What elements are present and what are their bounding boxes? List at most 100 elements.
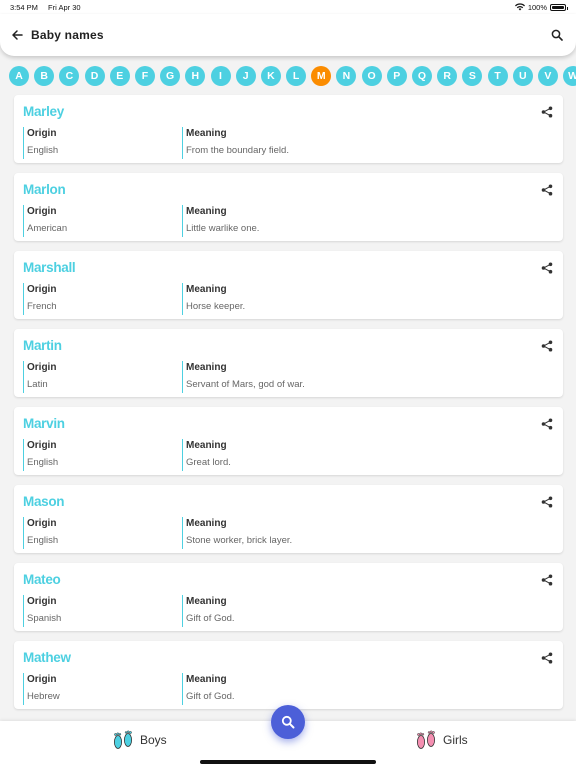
share-icon[interactable]: [541, 339, 553, 352]
share-icon[interactable]: [541, 417, 553, 430]
arrow-left-icon[interactable]: [10, 28, 24, 42]
name-card[interactable]: Marley Origin English Meaning From the bound…: [14, 95, 563, 163]
battery-icon: [550, 3, 568, 11]
letter-n[interactable]: N: [336, 66, 357, 86]
name-card[interactable]: Mason Origin English Meaning Stone worker, b…: [14, 485, 563, 553]
status-left: 3:54 PM Fri Apr 30: [10, 3, 89, 12]
letter-r[interactable]: R: [437, 66, 458, 86]
letter-m[interactable]: M: [311, 66, 332, 86]
baby-name: Marshall: [23, 260, 76, 275]
letter-e[interactable]: E: [109, 66, 130, 86]
origin-value: French: [27, 301, 57, 312]
letter-i[interactable]: I: [210, 66, 231, 86]
letter-a[interactable]: A: [9, 66, 29, 86]
card-details: Origin English Meaning Great lord.: [23, 439, 554, 471]
origin-label: Origin: [27, 440, 57, 451]
share-icon[interactable]: [541, 261, 553, 274]
battery-percent: 100%: [527, 2, 547, 12]
search-icon[interactable]: [550, 28, 564, 42]
letter-h[interactable]: H: [185, 66, 206, 86]
share-icon[interactable]: [541, 105, 553, 118]
names-list: Marley Origin English Meaning From the bound…: [14, 95, 563, 719]
baby-name: Marvin: [23, 416, 65, 431]
letter-l[interactable]: L: [286, 66, 307, 86]
card-details: Origin Hebrew Meaning Gift of God.: [23, 673, 554, 705]
meaning-value: Great lord.: [186, 457, 231, 468]
meaning-label: Meaning: [186, 440, 227, 451]
letter-f[interactable]: F: [134, 66, 155, 86]
name-card[interactable]: Marvin Origin English Meaning Great lord.: [14, 407, 563, 475]
origin-value: English: [27, 535, 59, 546]
baby-feet-pink-icon: [417, 730, 435, 749]
origin-label: Origin: [27, 284, 57, 295]
name-card[interactable]: Marlon Origin American Meaning Little warlik…: [14, 173, 563, 241]
letter-w[interactable]: W: [563, 66, 576, 86]
letter-s[interactable]: S: [462, 66, 483, 86]
share-icon[interactable]: [541, 495, 553, 508]
card-details: Origin Spanish Meaning Gift of God.: [23, 595, 554, 627]
origin-column: Origin English: [23, 439, 182, 471]
letter-d[interactable]: D: [84, 66, 105, 86]
name-card[interactable]: Mathew Origin Hebrew Meaning Gift of God.: [14, 641, 563, 709]
letter-p[interactable]: P: [386, 66, 407, 86]
letter-v[interactable]: V: [537, 66, 558, 86]
meaning-value: Stone worker, brick layer.: [186, 535, 293, 546]
home-indicator: [200, 760, 376, 764]
share-icon[interactable]: [541, 651, 553, 664]
origin-value: American: [27, 223, 68, 234]
meaning-column: Meaning From the boundary field.: [182, 127, 554, 159]
name-card[interactable]: Marshall Origin French Meaning Horse keeper.: [14, 251, 563, 319]
meaning-value: Horse keeper.: [186, 301, 246, 312]
meaning-column: Meaning Gift of God.: [182, 595, 554, 627]
origin-label: Origin: [27, 518, 57, 529]
letter-c[interactable]: C: [59, 66, 80, 86]
card-details: Origin American Meaning Little warlike one.: [23, 205, 554, 237]
share-icon[interactable]: [541, 573, 553, 586]
letter-g[interactable]: G: [160, 66, 181, 86]
meaning-label: Meaning: [186, 284, 227, 295]
wifi-icon: [514, 3, 525, 11]
letter-q[interactable]: Q: [412, 66, 432, 86]
name-card[interactable]: Mateo Origin Spanish Meaning Gift of God.: [14, 563, 563, 631]
tab-girls[interactable]: Girls: [414, 729, 468, 751]
app-bar: Baby names: [0, 14, 576, 56]
meaning-column: Meaning Little warlike one.: [182, 205, 554, 237]
origin-column: Origin Latin: [23, 361, 182, 393]
meaning-label: Meaning: [186, 518, 227, 529]
meaning-column: Meaning Stone worker, brick layer.: [182, 517, 554, 549]
meaning-column: Meaning Servant of Mars, god of war.: [182, 361, 554, 393]
card-details: Origin Latin Meaning Servant of Mars, god o…: [23, 361, 554, 393]
origin-value: Spanish: [27, 613, 62, 624]
name-card[interactable]: Martin Origin Latin Meaning Servant of Mars,…: [14, 329, 563, 397]
letter-t[interactable]: T: [487, 66, 508, 86]
meaning-label: Meaning: [186, 362, 227, 373]
status-right: 100%: [514, 2, 568, 12]
letter-b[interactable]: B: [34, 66, 55, 86]
origin-column: Origin French: [23, 283, 182, 315]
search-icon: [281, 715, 295, 729]
share-icon[interactable]: [541, 183, 553, 196]
tab-boys[interactable]: Boys: [111, 729, 167, 751]
letter-u[interactable]: U: [512, 66, 533, 86]
letter-o[interactable]: O: [361, 66, 382, 86]
status-bar: 3:54 PM Fri Apr 30 100%: [0, 0, 576, 14]
origin-label: Origin: [27, 674, 57, 685]
letter-k[interactable]: K: [260, 66, 281, 86]
alphabet-filter: ABCDEFGHIJKLMNOPQRSTUVW: [9, 66, 576, 86]
meaning-column: Meaning Gift of God.: [182, 673, 554, 705]
meaning-label: Meaning: [186, 674, 227, 685]
tab-boys-label: Boys: [140, 733, 167, 747]
meaning-value: Gift of God.: [186, 691, 235, 702]
search-fab-button[interactable]: [271, 705, 305, 739]
meaning-label: Meaning: [186, 128, 227, 139]
origin-value: Hebrew: [27, 691, 60, 702]
letter-j[interactable]: J: [235, 66, 256, 86]
meaning-value: Servant of Mars, god of war.: [186, 379, 305, 390]
meaning-value: From the boundary field.: [186, 145, 289, 156]
baby-name: Marlon: [23, 182, 66, 197]
card-details: Origin French Meaning Horse keeper.: [23, 283, 554, 315]
baby-name: Mathew: [23, 650, 71, 665]
baby-feet-blue-icon: [114, 730, 132, 749]
card-details: Origin English Meaning Stone worker, brick …: [23, 517, 554, 549]
tab-girls-label: Girls: [443, 733, 468, 747]
